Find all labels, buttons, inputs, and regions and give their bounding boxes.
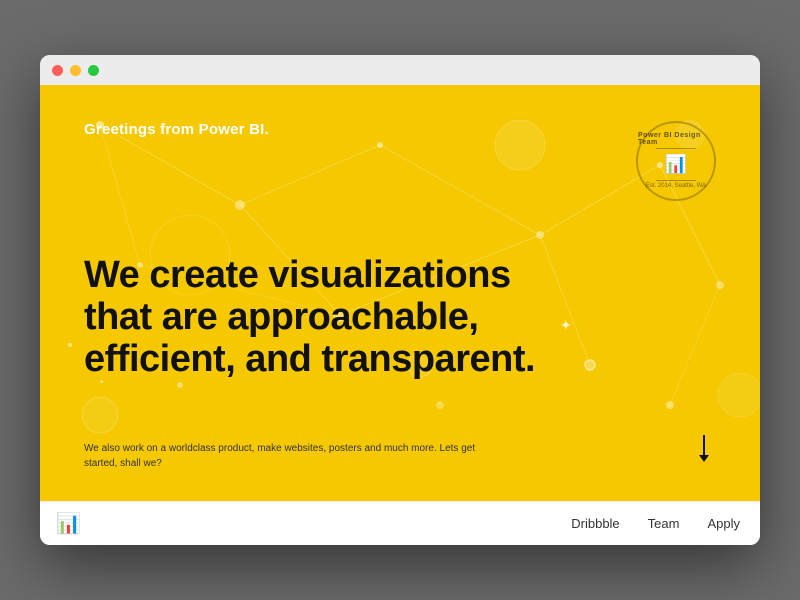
power-bi-logo-icon: 📊: [56, 511, 81, 536]
brand-badge: Power BI Design Team 📊 Est. 2014, Seattl…: [636, 121, 716, 201]
scroll-arrow[interactable]: [692, 435, 716, 471]
close-button[interactable]: [52, 65, 63, 76]
hero-section: ✦ • Greetings from Power BI. Power BI De…: [40, 85, 760, 501]
minimize-button[interactable]: [70, 65, 81, 76]
titlebar: [40, 55, 760, 85]
badge-chart-icon: 📊: [665, 154, 687, 175]
browser-window: ✦ • Greetings from Power BI. Power BI De…: [40, 55, 760, 545]
hero-top: Greetings from Power BI. Power BI Design…: [84, 121, 716, 201]
hero-headline: We create visualizationsthat are approac…: [84, 255, 584, 380]
badge-bottom-text: Est. 2014, Seattle, WA: [646, 183, 706, 191]
nav-link-dribbble[interactable]: Dribbble: [571, 516, 619, 531]
badge-top-text: Power BI Design Team: [638, 132, 714, 146]
arrow-line: [703, 435, 705, 455]
arrow-head: [699, 455, 709, 462]
nav-links: Dribbble Team Apply: [571, 516, 740, 531]
badge-line-top: [656, 148, 696, 149]
badge-line-bottom: [656, 180, 696, 181]
greeting-text: Greetings from Power BI.: [84, 121, 269, 138]
nav-link-team[interactable]: Team: [648, 516, 680, 531]
nav-link-apply[interactable]: Apply: [707, 516, 740, 531]
hero-middle: We create visualizationsthat are approac…: [84, 255, 716, 380]
maximize-button[interactable]: [88, 65, 99, 76]
content-area: ✦ • Greetings from Power BI. Power BI De…: [40, 85, 760, 545]
navbar: 📊 Dribbble Team Apply: [40, 501, 760, 545]
hero-bottom: We also work on a worldclass product, ma…: [84, 435, 716, 471]
hero-subtext: We also work on a worldclass product, ma…: [84, 441, 484, 471]
